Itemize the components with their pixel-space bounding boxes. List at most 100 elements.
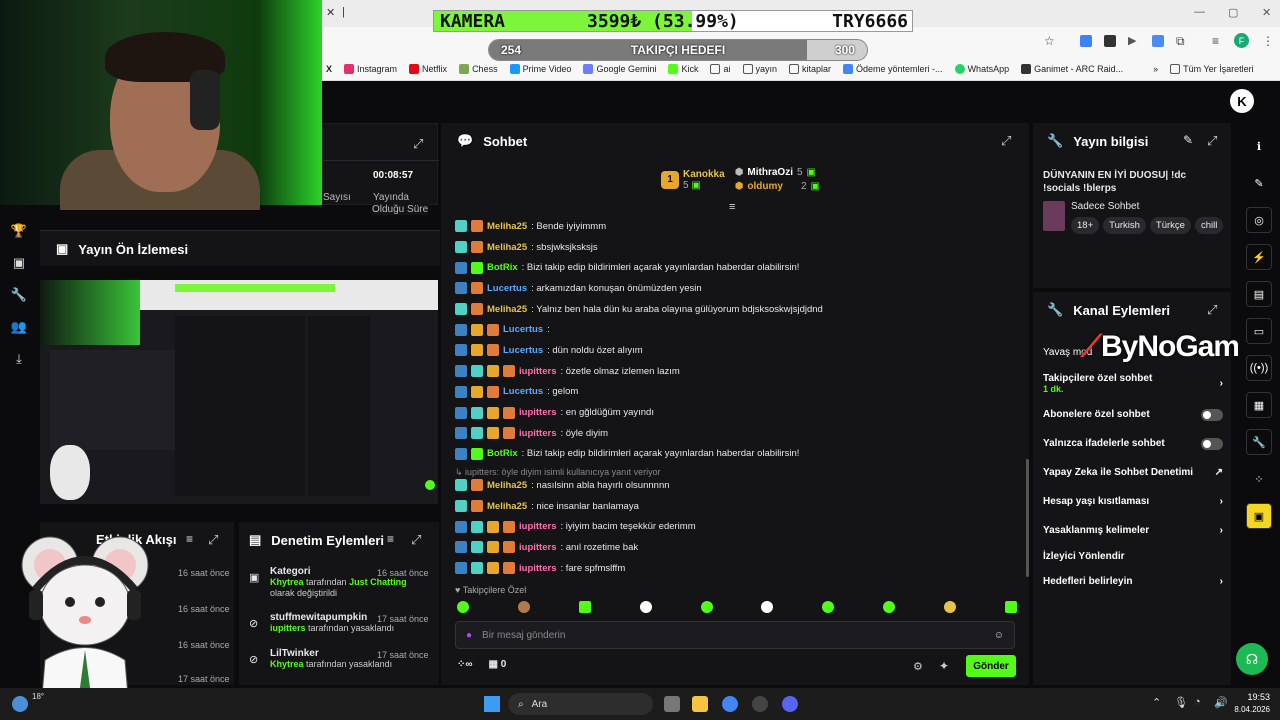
chat-username[interactable]: iupitters — [519, 542, 556, 553]
mic-icon[interactable]: ● — [466, 630, 472, 641]
chrome-icon[interactable] — [722, 696, 738, 712]
puzzle-icon[interactable]: ⧉ — [1176, 34, 1185, 49]
chat-message[interactable]: iupitters: en gğldüğüm yayındı — [455, 402, 1015, 423]
snapshot-icon[interactable]: ▣ — [1246, 503, 1272, 529]
obs-icon[interactable] — [752, 696, 768, 712]
menu-list-icon[interactable]: ≡ — [1212, 34, 1219, 48]
info-icon[interactable]: ℹ — [1246, 133, 1272, 159]
bookmark-x-icon[interactable]: X — [326, 64, 332, 74]
tag[interactable]: chill — [1194, 217, 1224, 234]
chat-message[interactable]: Lucertus: dün noldu özet alıyım — [455, 340, 1015, 361]
subs-only-toggle[interactable] — [1201, 408, 1223, 421]
bookmark-ai[interactable]: ai — [710, 63, 731, 74]
chat-scrollbar[interactable] — [1026, 459, 1029, 577]
chat-username[interactable]: Lucertus — [487, 283, 527, 294]
extension-icon[interactable] — [1080, 35, 1092, 47]
chat-message[interactable]: Meliha25: sbsjwksjksksjs — [455, 237, 1015, 258]
emotes-only-toggle[interactable] — [1201, 437, 1223, 450]
chat-message[interactable]: iupitters: özetle olmaz izlemen lazım — [455, 361, 1015, 382]
tray-chevron-icon[interactable]: ⌃ — [1152, 696, 1161, 709]
chat-username[interactable]: iupitters — [519, 366, 556, 377]
tag[interactable]: 18+ — [1071, 217, 1100, 234]
chat-username[interactable]: Meliha25 — [487, 480, 527, 491]
emote-icon[interactable] — [822, 601, 835, 613]
video-icon[interactable]: ▣ — [0, 247, 38, 279]
focus-icon[interactable]: ◎ — [1246, 207, 1272, 233]
chat-username[interactable]: Lucertus — [503, 386, 543, 397]
bookmark-prime-video[interactable]: Prime Video — [509, 63, 571, 74]
chat-message[interactable]: BotRix: Bizi takip edip bildirimleri aça… — [455, 257, 1015, 278]
chat-username[interactable]: Lucertus — [503, 345, 543, 356]
chat-username[interactable]: BotRix — [487, 262, 518, 273]
send-button[interactable]: Gönder — [966, 655, 1016, 677]
broadcast-icon[interactable]: ((•)) — [1246, 355, 1272, 381]
banned-words-row[interactable]: Yasaklanmış kelimeler › — [1043, 516, 1223, 545]
users-icon[interactable]: 👥 — [0, 311, 38, 343]
emote-icon[interactable] — [457, 601, 469, 613]
chat-message[interactable]: Meliha25: nice insanlar banlamaya — [455, 496, 1015, 517]
emote-icon[interactable] — [944, 601, 956, 613]
emoji-icon[interactable]: ☺ — [994, 630, 1004, 641]
chevron-right-icon[interactable]: » — [1153, 64, 1158, 74]
download-icon[interactable]: ⤓ — [0, 343, 38, 375]
tag[interactable]: Türkçe — [1149, 217, 1191, 234]
chat-message[interactable]: BotRix: Bizi takip edip bildirimleri aça… — [455, 444, 1015, 465]
bookmark-chess[interactable]: Chess — [459, 63, 498, 74]
edit-icon[interactable]: ✎ — [1183, 133, 1193, 147]
emotes-only-row[interactable]: Yalnızca ifadelerle sohbet — [1043, 429, 1223, 458]
chat-username[interactable]: iupitters — [519, 407, 556, 418]
expand-icon[interactable]: ⤢ — [1207, 133, 1217, 149]
extension-icon[interactable] — [1104, 35, 1116, 47]
bookmark-netflix[interactable]: Netflix — [409, 63, 447, 74]
pinned-menu-icon[interactable]: ≡ — [729, 201, 735, 213]
chat-username[interactable]: iupitters — [519, 521, 556, 532]
clip-icon[interactable]: ▭ — [1246, 318, 1272, 344]
bookmark-yayin[interactable]: yayın — [742, 63, 777, 74]
bookmark-whatsapp[interactable]: WhatsApp — [954, 63, 1009, 74]
cash-register-icon[interactable]: ▦ — [1246, 392, 1272, 418]
bookmark-gemini[interactable]: Google Gemini — [583, 63, 656, 74]
profile-avatar[interactable]: F — [1234, 33, 1249, 48]
emote-icon[interactable] — [578, 601, 591, 613]
chat-username[interactable]: Lucertus — [503, 324, 543, 335]
top-gifter-1[interactable]: 1 Kanokka 5 ▣ — [661, 167, 725, 192]
chat-message[interactable]: Meliha25: Yalnız ben hala dün ku araba o… — [455, 299, 1015, 320]
kebab-menu-icon[interactable]: ⋮ — [1262, 34, 1274, 48]
emote-icon[interactable] — [761, 601, 774, 613]
expand-icon[interactable]: ⤢ — [1001, 133, 1011, 149]
emote-icon[interactable] — [700, 601, 713, 613]
mod-tools-icon[interactable]: ✦ — [939, 659, 949, 673]
task-view-icon[interactable] — [664, 696, 680, 712]
stream-preview[interactable] — [40, 280, 438, 504]
taskbar-search[interactable]: ⌕ Ara — [508, 693, 653, 715]
bookmark-odeme[interactable]: Ödeme yöntemleri -... — [843, 63, 943, 74]
redirect-row[interactable]: İzleyici Yönlendir — [1043, 545, 1223, 567]
chat-message[interactable]: Meliha25: Bende iyiyimmm — [455, 216, 1015, 237]
chat-message[interactable]: Lucertus: — [455, 319, 1015, 340]
translate-icon[interactable] — [1152, 35, 1164, 47]
subs-only-row[interactable]: Abonelere özel sohbet — [1043, 400, 1223, 429]
maximize-icon[interactable]: ▢ — [1228, 6, 1238, 19]
wrench-icon[interactable]: 🔧 — [0, 279, 38, 311]
followers-only-row[interactable]: Takipçilere özel sohbet 1 dk. › — [1043, 367, 1223, 400]
emote-icon[interactable] — [1004, 601, 1017, 613]
play-icon[interactable]: ▶ — [1128, 34, 1136, 47]
wrench-icon[interactable]: 🔧 — [1246, 429, 1272, 455]
chat-username[interactable]: Meliha25 — [487, 242, 527, 253]
chat-message[interactable]: iupitters: öyle diyim — [455, 423, 1015, 444]
top-gifter-3[interactable]: ⬢ oldumy 2 ▣ — [735, 181, 820, 192]
close-icon[interactable]: ✕ — [326, 6, 335, 19]
bookmark-kick[interactable]: Kick — [668, 63, 698, 74]
minimize-icon[interactable]: — — [1194, 6, 1205, 18]
chat-message[interactable]: iupitters: iyiyim bacim teşekkür ederimm — [455, 516, 1015, 537]
chat-message[interactable]: iupitters: anıl rozetime bak — [455, 537, 1015, 558]
apps-icon[interactable]: ⁘ — [1246, 466, 1272, 492]
trophy-icon[interactable]: 🏆 — [0, 215, 38, 247]
kick-logo[interactable]: K — [1230, 89, 1254, 113]
chat-message[interactable]: Meliha25: nasılsinn abla hayırlı olsunnn… — [455, 475, 1015, 496]
expand-icon[interactable]: ⤢ — [1207, 302, 1217, 318]
chat-username[interactable]: BotRix — [487, 448, 518, 459]
goals-row[interactable]: Hedefleri belirleyin › — [1043, 567, 1223, 596]
bookmark-ganimet[interactable]: Ganimet - ARC Raid... — [1021, 63, 1123, 74]
tag[interactable]: Turkish — [1103, 217, 1146, 234]
